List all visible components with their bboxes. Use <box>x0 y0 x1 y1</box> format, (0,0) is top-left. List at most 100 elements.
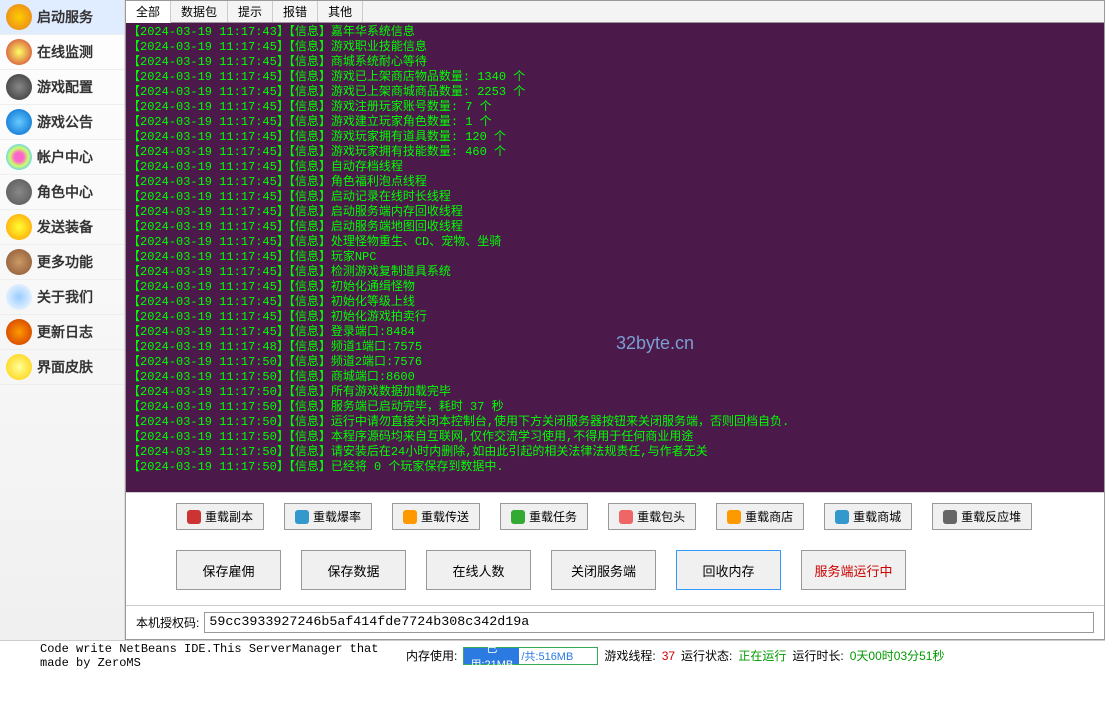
log-line: 【2024-03-19 11:17:45】【信息】游戏职业技能信息 <box>128 40 1102 55</box>
reload-icon <box>619 510 633 524</box>
config-icon <box>6 74 32 100</box>
mem-label: 内存使用: <box>406 647 457 664</box>
uptime-value: 0天00时03分51秒 <box>850 647 945 664</box>
log-line: 【2024-03-19 11:17:45】【信息】启动记录在线时长线程 <box>128 190 1102 205</box>
sidebar-item-game-announce[interactable]: 游戏公告 <box>0 105 124 140</box>
equip-icon <box>6 214 32 240</box>
log-line: 【2024-03-19 11:17:50】【信息】本程序源码均来自互联网,仅作交… <box>128 430 1102 445</box>
skin-icon <box>6 354 32 380</box>
log-line: 【2024-03-19 11:17:45】【信息】游戏玩家拥有道具数量: 120… <box>128 130 1102 145</box>
sidebar-item-account-center[interactable]: 帐户中心 <box>0 140 124 175</box>
run-status: 正在运行 <box>738 647 786 664</box>
log-line: 【2024-03-19 11:17:45】【信息】游戏建立玩家角色数量: 1 个 <box>128 115 1102 130</box>
sidebar-item-label: 帐户中心 <box>37 147 93 167</box>
log-line: 【2024-03-19 11:17:45】【信息】玩家NPC <box>128 250 1102 265</box>
tab-error[interactable]: 报错 <box>273 1 318 22</box>
reload-icon <box>187 510 201 524</box>
reload-quest-button[interactable]: 重载任务 <box>500 503 588 530</box>
about-icon <box>6 284 32 310</box>
mem-used: 已用:21MB <box>464 648 519 664</box>
auth-label: 本机授权码: <box>136 614 199 631</box>
reload-portal-button[interactable]: 重载传送 <box>392 503 480 530</box>
log-line: 【2024-03-19 11:17:50】【信息】运行中请勿直接关闭本控制台,使… <box>128 415 1102 430</box>
reload-reactor-button[interactable]: 重载反应堆 <box>932 503 1032 530</box>
close-server-button[interactable]: 关闭服务端 <box>551 550 656 590</box>
announce-icon <box>6 109 32 135</box>
sidebar-item-send-equip[interactable]: 发送装备 <box>0 210 124 245</box>
log-line: 【2024-03-19 11:17:50】【信息】商城端口:8600 <box>128 370 1102 385</box>
auth-row: 本机授权码: <box>126 605 1104 639</box>
log-line: 【2024-03-19 11:17:45】【信息】启动服务端地图回收线程 <box>128 220 1102 235</box>
watermark: 32byte.cn <box>616 333 694 354</box>
sidebar-item-role-center[interactable]: 角色中心 <box>0 175 124 210</box>
log-line: 【2024-03-19 11:17:45】【信息】自动存档线程 <box>128 160 1102 175</box>
log-line: 【2024-03-19 11:17:45】【信息】初始化等级上线 <box>128 295 1102 310</box>
sidebar-item-about-us[interactable]: 关于我们 <box>0 280 124 315</box>
more-icon <box>6 249 32 275</box>
tab-other[interactable]: 其他 <box>318 1 363 22</box>
save-data-button[interactable]: 保存数据 <box>301 550 406 590</box>
sidebar-item-update-log[interactable]: 更新日志 <box>0 315 124 350</box>
log-line: 【2024-03-19 11:17:45】【信息】登录端口:8484 <box>128 325 1102 340</box>
tab-all[interactable]: 全部 <box>126 1 171 23</box>
reload-instance-button[interactable]: 重载副本 <box>176 503 264 530</box>
sidebar-item-label: 更多功能 <box>37 252 93 272</box>
mem-total: /共:516MB <box>519 648 597 664</box>
auth-code-input[interactable] <box>204 612 1094 633</box>
sidebar-item-label: 在线监测 <box>37 42 93 62</box>
status-bar: Code write NetBeans IDE.This ServerManag… <box>0 640 1105 670</box>
log-line: 【2024-03-19 11:17:45】【信息】游戏玩家拥有技能数量: 460… <box>128 145 1102 160</box>
log-line: 【2024-03-19 11:17:50】【信息】所有游戏数据加载完毕 <box>128 385 1102 400</box>
server-status-button[interactable]: 服务端运行中 <box>801 550 906 590</box>
reload-shop-button[interactable]: 重载商店 <box>716 503 804 530</box>
sidebar-item-label: 关于我们 <box>37 287 93 307</box>
sidebar-item-skin[interactable]: 界面皮肤 <box>0 350 124 385</box>
start-icon <box>6 4 32 30</box>
reload-icon <box>403 510 417 524</box>
credit-text: Code write NetBeans IDE.This ServerManag… <box>10 642 400 670</box>
log-line: 【2024-03-19 11:17:50】【信息】请安装后在24小时内删除,如由… <box>128 445 1102 460</box>
log-line: 【2024-03-19 11:17:45】【信息】游戏已上架商店物品数量: 13… <box>128 70 1102 85</box>
sidebar-item-label: 界面皮肤 <box>37 357 93 377</box>
online-count-button[interactable]: 在线人数 <box>426 550 531 590</box>
reload-icon <box>943 510 957 524</box>
reload-button-row: 重载副本 重载爆率 重载传送 重载任务 重载包头 重载商店 重载商城 重载反应堆 <box>126 492 1104 540</box>
recycle-memory-button[interactable]: 回收内存 <box>676 550 781 590</box>
log-line: 【2024-03-19 11:17:45】【信息】初始化游戏拍卖行 <box>128 310 1102 325</box>
reload-drop-button[interactable]: 重载爆率 <box>284 503 372 530</box>
log-console[interactable]: 【2024-03-19 11:17:43】【信息】嘉年华系统信息【2024-03… <box>126 23 1104 492</box>
thread-count: 37 <box>662 649 675 663</box>
sidebar-item-label: 游戏公告 <box>37 112 93 132</box>
log-line: 【2024-03-19 11:17:45】【信息】处理怪物重生、CD、宠物、坐骑 <box>128 235 1102 250</box>
log-line: 【2024-03-19 11:17:45】【信息】角色福利泡点线程 <box>128 175 1102 190</box>
sidebar-item-label: 游戏配置 <box>37 77 93 97</box>
reload-icon <box>511 510 525 524</box>
sidebar: 启动服务 在线监测 游戏配置 游戏公告 帐户中心 角色中心 发送装备 更多功能 … <box>0 0 125 640</box>
sidebar-item-more-features[interactable]: 更多功能 <box>0 245 124 280</box>
reload-header-button[interactable]: 重载包头 <box>608 503 696 530</box>
log-line: 【2024-03-19 11:17:50】【信息】服务端已启动完毕，耗时 37 … <box>128 400 1102 415</box>
reload-cashshop-button[interactable]: 重载商城 <box>824 503 912 530</box>
sidebar-item-label: 发送装备 <box>37 217 93 237</box>
log-line: 【2024-03-19 11:17:45】【信息】初始化通缉怪物 <box>128 280 1102 295</box>
log-line: 【2024-03-19 11:17:50】【信息】频道2端口:7576 <box>128 355 1102 370</box>
tab-packet[interactable]: 数据包 <box>171 1 228 22</box>
log-line: 【2024-03-19 11:17:45】【信息】商城系统耐心等待 <box>128 55 1102 70</box>
reload-icon <box>727 510 741 524</box>
log-tabs: 全部 数据包 提示 报错 其他 <box>126 1 1104 23</box>
reload-icon <box>835 510 849 524</box>
action-button-row: 保存雇佣 保存数据 在线人数 关闭服务端 回收内存 服务端运行中 <box>126 540 1104 605</box>
monitor-icon <box>6 39 32 65</box>
log-line: 【2024-03-19 11:17:43】【信息】嘉年华系统信息 <box>128 25 1102 40</box>
sidebar-item-label: 启动服务 <box>37 7 93 27</box>
save-hire-button[interactable]: 保存雇佣 <box>176 550 281 590</box>
log-line: 【2024-03-19 11:17:45】【信息】启动服务端内存回收线程 <box>128 205 1102 220</box>
sidebar-item-game-config[interactable]: 游戏配置 <box>0 70 124 105</box>
log-line: 【2024-03-19 11:17:48】【信息】频道1端口:7575 <box>128 340 1102 355</box>
sidebar-item-online-monitor[interactable]: 在线监测 <box>0 35 124 70</box>
tab-hint[interactable]: 提示 <box>228 1 273 22</box>
log-line: 【2024-03-19 11:17:45】【信息】游戏注册玩家账号数量: 7 个 <box>128 100 1102 115</box>
thread-label: 游戏线程: <box>604 647 655 664</box>
sidebar-item-start-service[interactable]: 启动服务 <box>0 0 124 35</box>
sidebar-item-label: 角色中心 <box>37 182 93 202</box>
